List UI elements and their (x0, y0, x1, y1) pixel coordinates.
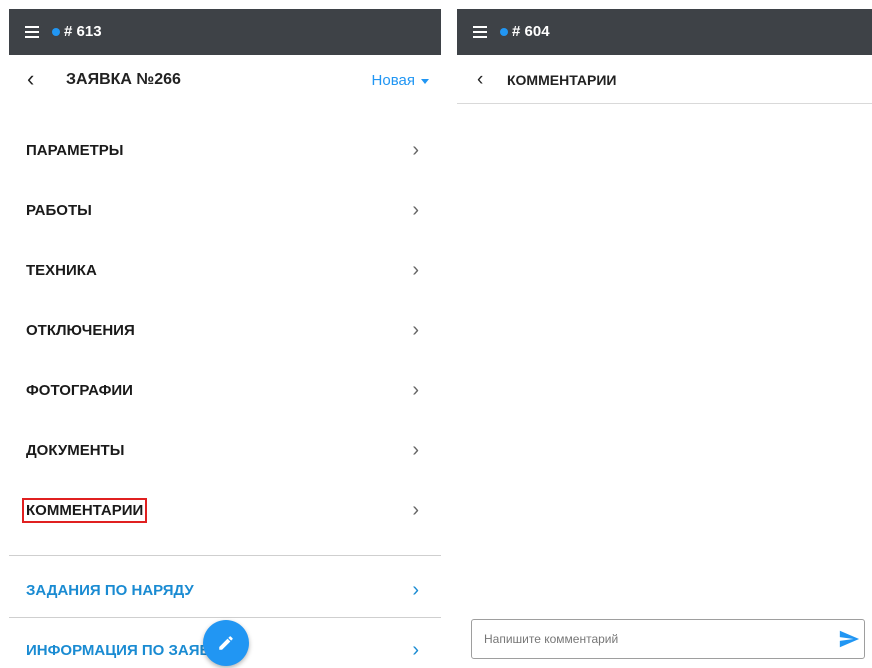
ticket-number: # 613 (64, 23, 102, 40)
top-bar: # 613 (9, 9, 441, 55)
divider (9, 617, 441, 618)
page-title: КОММЕНТАРИИ (507, 72, 617, 88)
chevron-right-icon: › (412, 259, 419, 281)
send-icon (839, 630, 860, 648)
menu-item-label: ФОТОГРАФИИ (26, 382, 133, 399)
chevron-right-icon: › (412, 439, 419, 461)
divider (9, 555, 441, 556)
send-button[interactable] (838, 628, 860, 655)
back-arrow-icon[interactable]: ‹ (27, 68, 34, 90)
menu-item-label: ПАРАМЕТРЫ (26, 142, 124, 159)
chevron-right-icon: › (412, 639, 419, 661)
ticket-number: # 604 (512, 23, 550, 40)
chevron-right-icon: › (412, 319, 419, 341)
menu-item-label: КОММЕНТАРИИ (21, 498, 148, 523)
link-order-tasks[interactable]: ЗАДАНИЯ ПО НАРЯДУ › (9, 563, 441, 619)
page-title: ЗАЯВКА №266 (66, 71, 181, 88)
chevron-right-icon: › (412, 499, 419, 521)
menu-item-photos[interactable]: ФОТОГРАФИИ › (9, 363, 441, 419)
edit-pencil-icon (219, 636, 233, 650)
comments-panel: # 604 ‹ КОММЕНТАРИИ (457, 9, 872, 668)
menu-item-parameters[interactable]: ПАРАМЕТРЫ › (9, 123, 441, 179)
status-value: Новая (371, 72, 415, 89)
comments-header: ‹ КОММЕНТАРИИ (457, 55, 872, 104)
hamburger-icon[interactable] (25, 26, 39, 38)
chevron-right-icon: › (412, 579, 419, 601)
comment-input-box (471, 619, 865, 659)
menu-item-label: ТЕХНИКА (26, 262, 97, 279)
menu-item-works[interactable]: РАБОТЫ › (9, 183, 441, 239)
status-dot-icon (500, 28, 508, 36)
status-dropdown[interactable]: Новая (372, 72, 429, 89)
link-label: ИНФОРМАЦИЯ ПО ЗАЯВ (26, 642, 211, 659)
chevron-right-icon: › (412, 199, 419, 221)
hamburger-icon[interactable] (473, 26, 487, 38)
menu-item-label: ОТКЛЮЧЕНИЯ (26, 322, 135, 339)
menu-item-equipment[interactable]: ТЕХНИКА › (9, 243, 441, 299)
chevron-right-icon: › (412, 139, 419, 161)
request-panel: # 613 ‹ ЗАЯВКА №266 Новая ПАРАМЕТРЫ › РА… (9, 9, 441, 668)
menu-item-comments[interactable]: КОММЕНТАРИИ › (9, 483, 441, 539)
comment-input[interactable] (482, 628, 826, 650)
caret-down-icon (421, 78, 429, 84)
back-arrow-icon[interactable]: ‹ (477, 69, 483, 91)
menu-item-label: РАБОТЫ (26, 202, 92, 219)
chevron-right-icon: › (412, 379, 419, 401)
menu-item-outages[interactable]: ОТКЛЮЧЕНИЯ › (9, 303, 441, 359)
menu-item-label: ДОКУМЕНТЫ (26, 442, 125, 459)
status-dot-icon (52, 28, 60, 36)
top-bar: # 604 (457, 9, 872, 55)
request-header: ‹ ЗАЯВКА №266 Новая (9, 55, 441, 105)
edit-button[interactable] (203, 620, 249, 666)
menu-item-documents[interactable]: ДОКУМЕНТЫ › (9, 423, 441, 479)
link-label: ЗАДАНИЯ ПО НАРЯДУ (26, 582, 194, 599)
